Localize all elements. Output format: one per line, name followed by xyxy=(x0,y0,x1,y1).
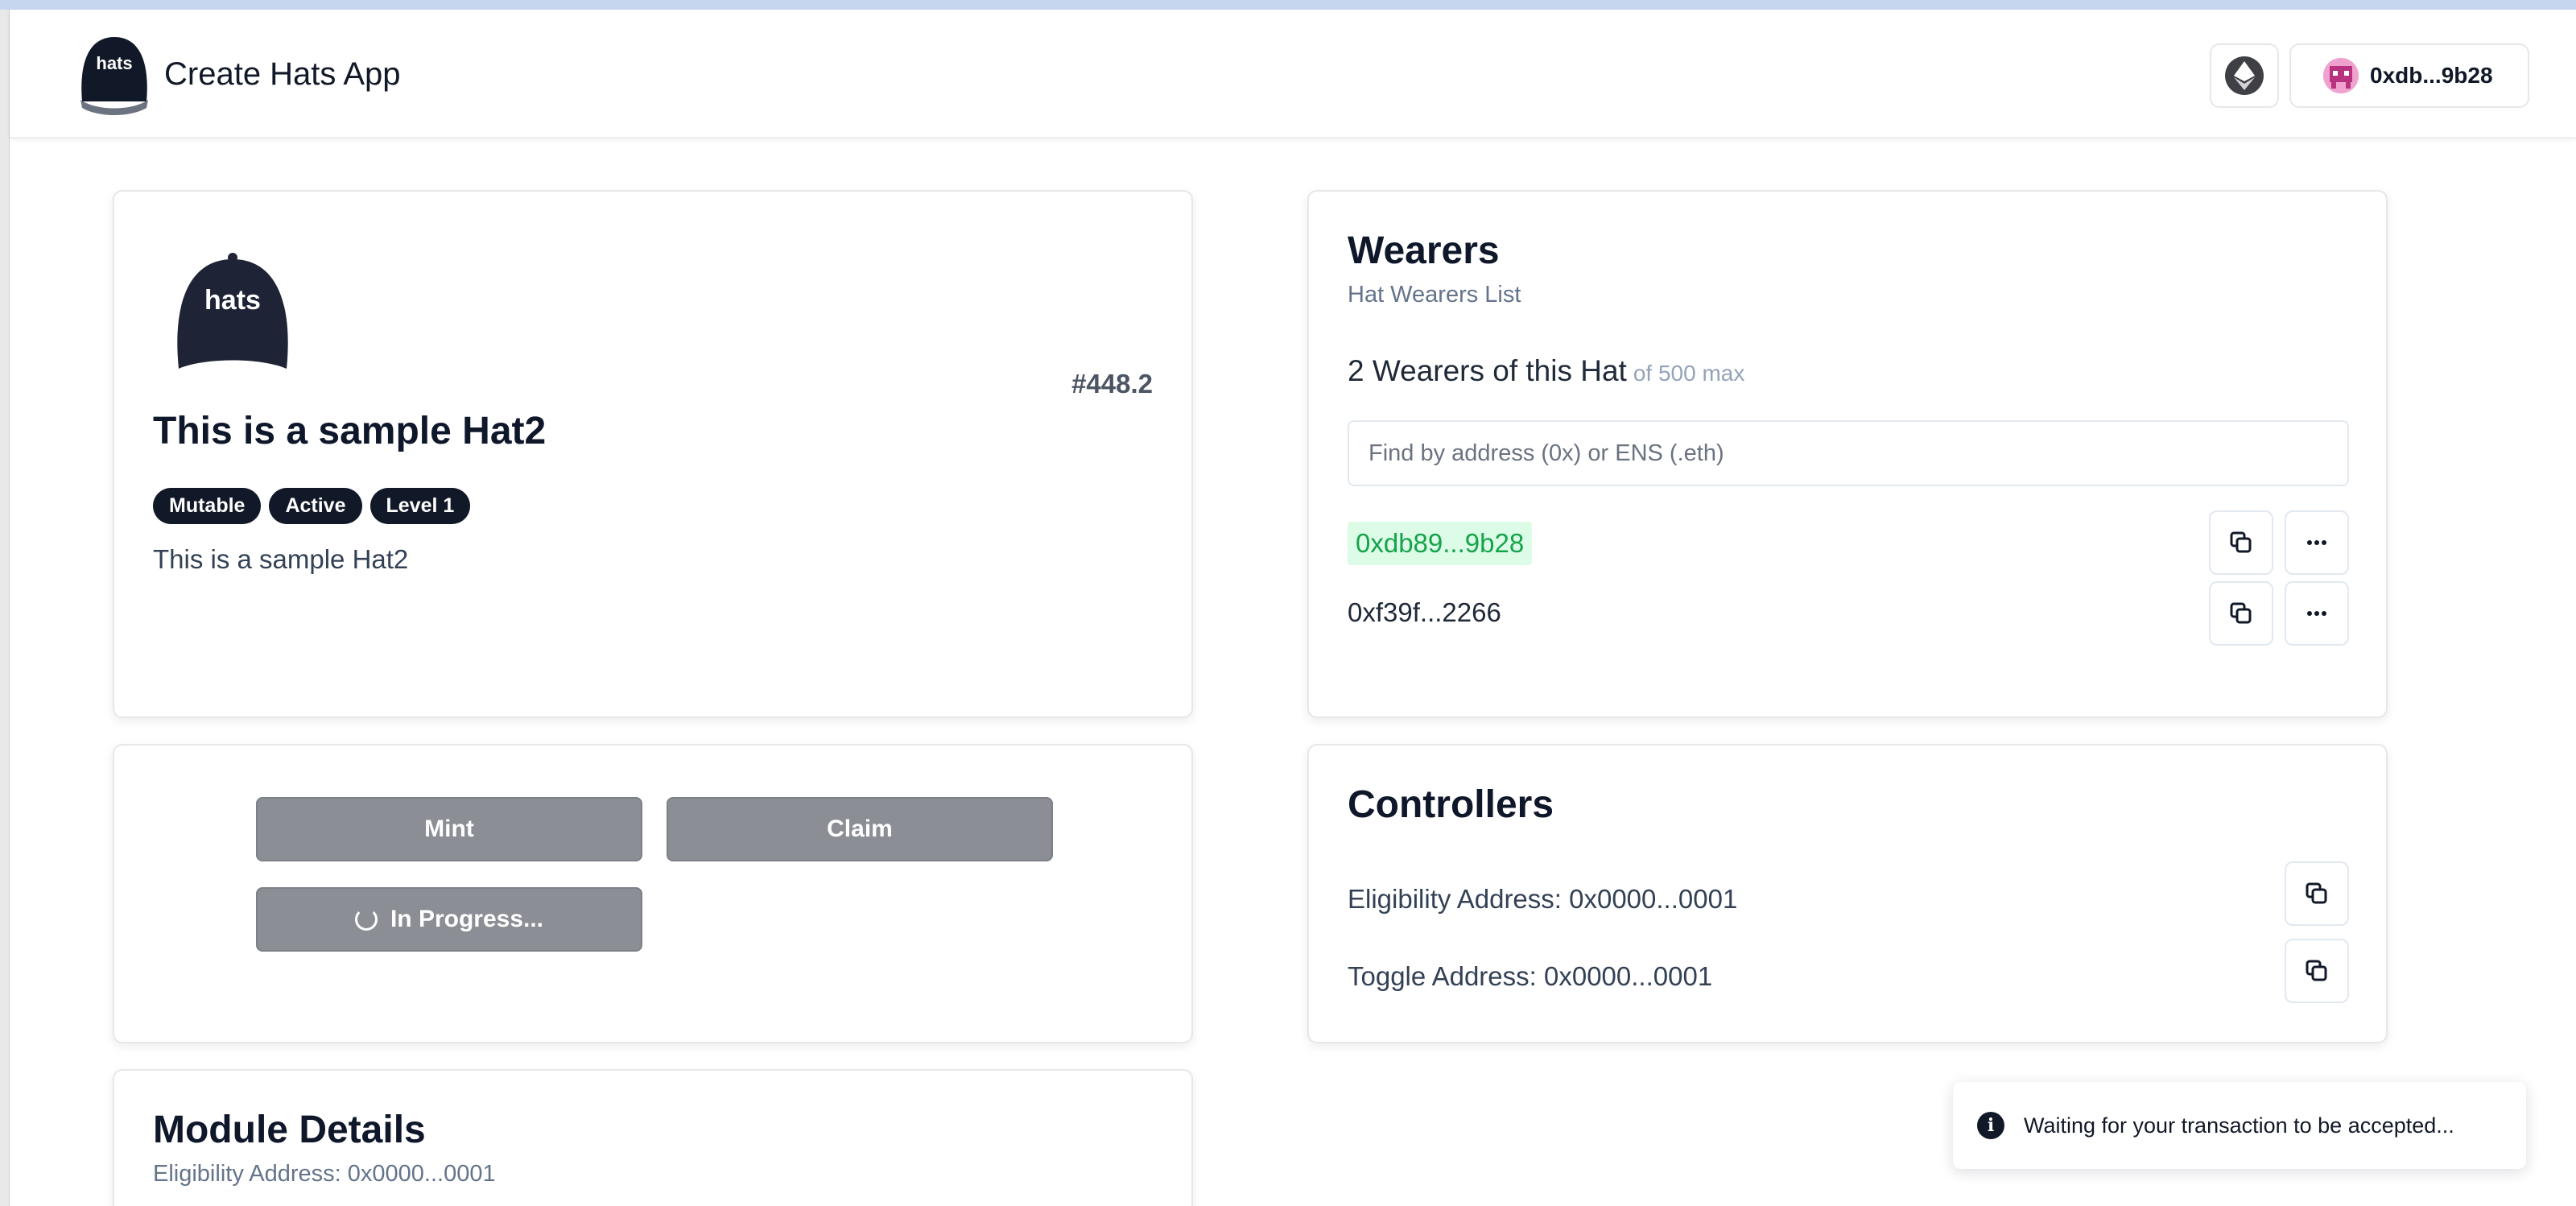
in-progress-label: In Progress... xyxy=(390,906,544,932)
hat-title: This is a sample Hat2 xyxy=(153,410,547,452)
app-title: Create Hats App xyxy=(164,56,401,92)
wearers-title: Wearers xyxy=(1348,229,1500,272)
claim-button[interactable]: Claim xyxy=(667,797,1053,861)
controllers-title: Controllers xyxy=(1348,783,1554,826)
account-button[interactable]: 0xdb...9b28 xyxy=(2289,43,2529,108)
badge-active: Active xyxy=(269,488,362,524)
logo-text: hats xyxy=(96,53,132,73)
copy-eligibility-button[interactable] xyxy=(2285,861,2349,926)
wearer-address[interactable]: 0xf39f...2266 xyxy=(1348,597,1501,628)
badge-level: Level 1 xyxy=(369,488,471,524)
module-title: Module Details xyxy=(153,1109,426,1151)
wearer-more-button[interactable] xyxy=(2285,510,2349,575)
account-address: 0xdb...9b28 xyxy=(2370,63,2493,88)
wearers-subtitle: Hat Wearers List xyxy=(1348,282,1521,308)
transaction-toast: i Waiting for your transaction to be acc… xyxy=(1953,1082,2526,1169)
wearers-max-text: of 500 max xyxy=(1633,361,1745,386)
spinner-icon xyxy=(354,908,378,931)
hat-id: #448.2 xyxy=(1071,369,1153,399)
hat-image: hats xyxy=(177,253,288,369)
browser-left-strip xyxy=(0,10,10,1206)
wearer-address-current[interactable]: 0xdb89...9b28 xyxy=(1348,522,1533,565)
copy-wearer-button[interactable] xyxy=(2209,510,2273,575)
ethereum-icon xyxy=(2225,56,2264,95)
account-avatar xyxy=(2323,58,2359,93)
wearers-card: Wearers Hat Wearers List 2 Wearers of th… xyxy=(1307,190,2388,718)
network-button[interactable] xyxy=(2210,43,2279,108)
more-horizontal-icon xyxy=(2307,540,2326,545)
hat-card: hats #448.2 This is a sample Hat2 Mutabl… xyxy=(113,190,1193,718)
toast-message: Waiting for your transaction to be accep… xyxy=(2024,1113,2454,1138)
wearers-count: 2 Wearers of this Hat of 500 max xyxy=(1348,354,1744,388)
badge-mutable: Mutable xyxy=(153,488,262,524)
module-eligibility-address: Eligibility Address: 0x0000...0001 xyxy=(153,1161,496,1187)
copy-icon xyxy=(2230,531,2252,553)
app-header: hats Create Hats App 0xdb...9b28 xyxy=(10,10,2576,138)
more-horizontal-icon xyxy=(2307,611,2326,616)
controller-toggle-address: Toggle Address: 0x0000...0001 xyxy=(1348,961,1713,991)
copy-icon xyxy=(2306,960,2327,981)
controller-eligibility-address: Eligibility Address: 0x0000...0001 xyxy=(1348,884,1738,914)
browser-top-strip xyxy=(0,0,2576,10)
copy-icon xyxy=(2306,882,2327,904)
copy-icon xyxy=(2230,602,2252,624)
copy-wearer-button[interactable] xyxy=(2209,581,2273,646)
in-progress-button[interactable]: In Progress... xyxy=(256,887,642,952)
hat-badges: Mutable Active Level 1 xyxy=(153,488,471,524)
controllers-card: Controllers Eligibility Address: 0x0000.… xyxy=(1307,744,2388,1043)
wearer-search-input[interactable] xyxy=(1348,420,2349,486)
hats-logo-icon[interactable]: hats xyxy=(72,31,156,118)
info-icon: i xyxy=(1977,1112,2004,1139)
mint-button[interactable]: Mint xyxy=(256,797,642,861)
wearer-more-button[interactable] xyxy=(2285,581,2349,646)
wearers-count-text: 2 Wearers of this Hat xyxy=(1348,354,1627,387)
module-details-card: Module Details Eligibility Address: 0x00… xyxy=(113,1069,1193,1206)
hat-description: This is a sample Hat2 xyxy=(153,544,409,574)
hat-image-text: hats xyxy=(204,285,261,316)
copy-toggle-button[interactable] xyxy=(2285,939,2349,1003)
actions-card: Mint Claim In Progress... xyxy=(113,744,1193,1043)
